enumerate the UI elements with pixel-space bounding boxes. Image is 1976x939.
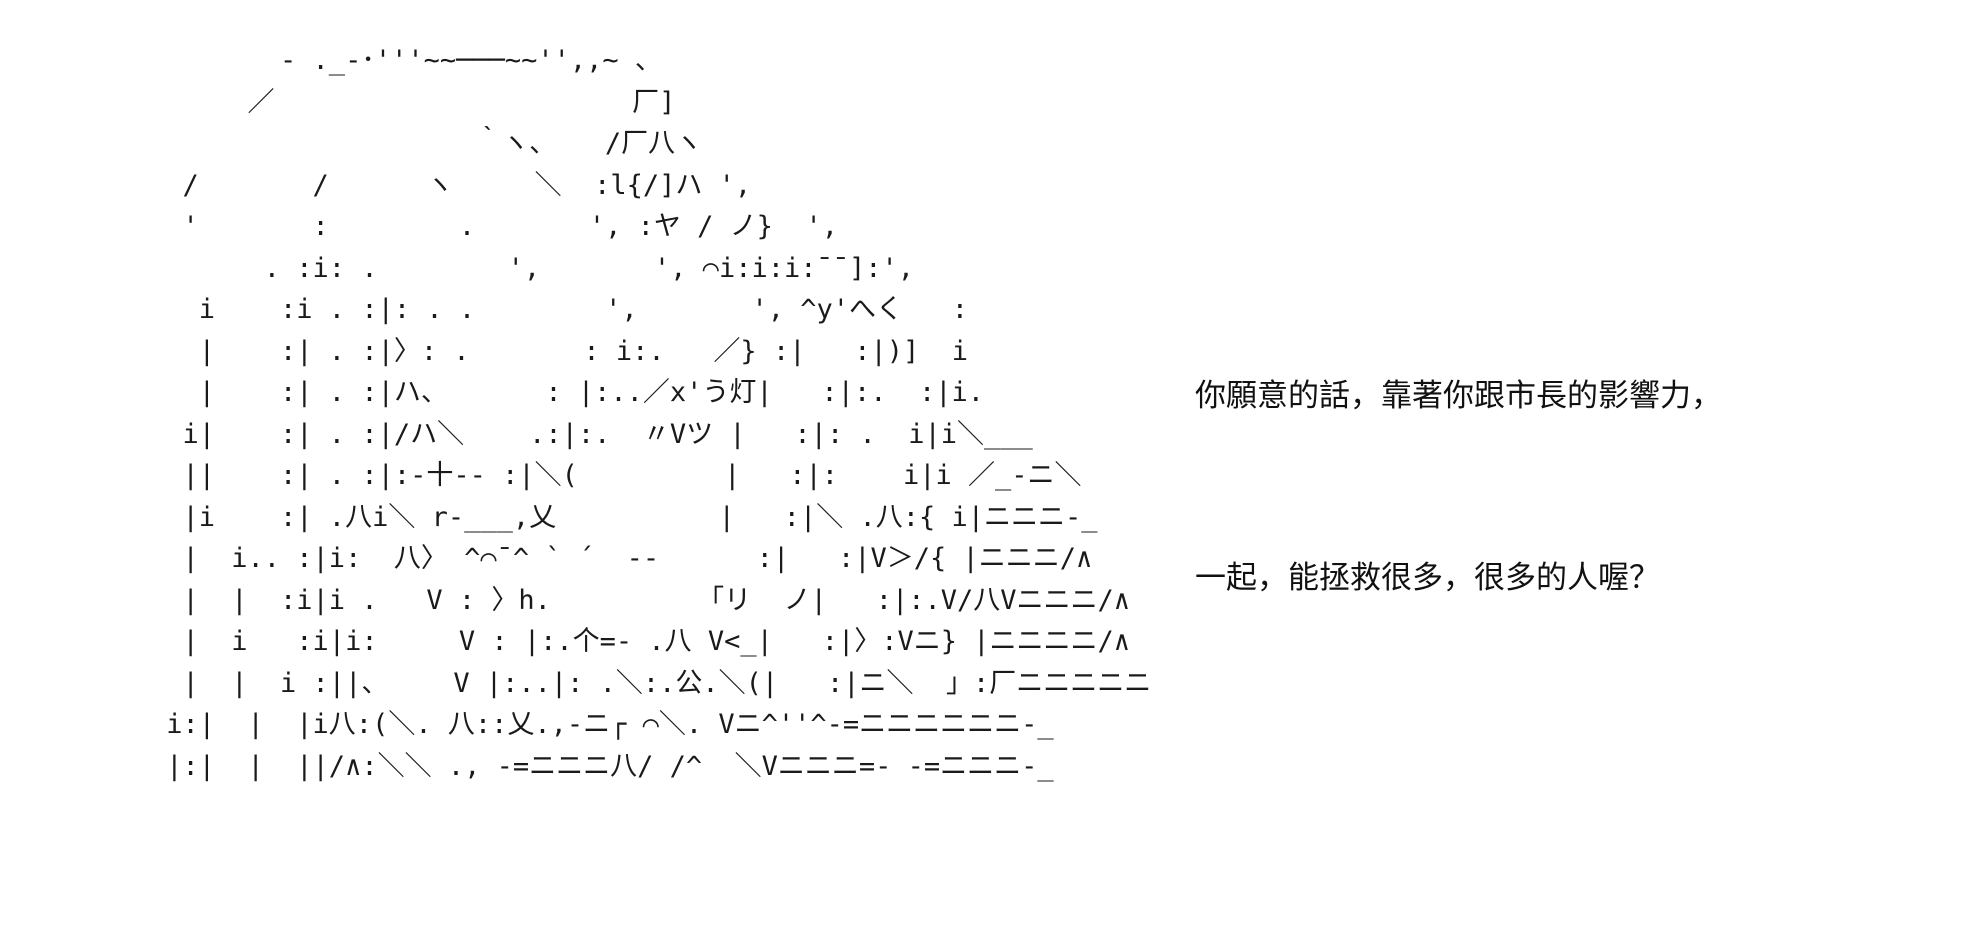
- ascii-art-line: |i :| .八i＼ r-___,乂 | :|＼ .八:{ i|ニニニ-_: [150, 501, 1098, 533]
- ascii-art-line: ｀ヽ、 /厂八ヽ: [150, 128, 703, 159]
- ascii-art-line: ' : . ', :ヤ / ノ} ',: [150, 211, 838, 242]
- ascii-art-line: i :i . :|: . . ', ', ^y'へく :: [150, 294, 969, 325]
- ascii-art-line: i:| | |i八:(＼. 八::乂.,-ニ┌ ⌒＼. Vニ^''^-=ニニニニ…: [150, 709, 1054, 740]
- ascii-art-line: |:| | ||/∧:＼＼ ., -=ニニニ八/ /^ ＼Vニニニ=- -=ニニ…: [150, 750, 1054, 782]
- ascii-art-line: ‐ ._-･'''~~───~~'',,~ 、: [150, 45, 662, 76]
- ascii-art-text: ‐ ._-･'''~~───~~'',,~ 、 ／ 厂] ｀ヽ、 /厂八ヽ / …: [150, 40, 1150, 787]
- ascii-art-line: || :| . :|:-十-- :|＼( | :|: i|i ／_-ニ＼: [150, 460, 1082, 491]
- ascii-art-line: | :| . :|ハ、 : |:..／x'う灯| :|:. :|i.: [150, 377, 984, 408]
- ascii-art-figure: ‐ ._-･'''~~───~~'',,~ 、 ／ 厂] ｀ヽ、 /厂八ヽ / …: [150, 40, 1150, 900]
- dialogue-line-1: 你願意的話，靠著你跟市長的影響力，: [1195, 378, 1722, 414]
- ascii-art-line: | | i :||、 V |:..|: .＼:.公.＼(| :|ニ＼ 」:厂ニニ…: [150, 667, 1151, 699]
- ascii-art-line: | :| . :|〉: . : i:. ／} :| :|)] i: [150, 335, 969, 367]
- dialogue-line-2: 一起，能拯救很多，很多的人喔？: [1195, 560, 1660, 596]
- ascii-art-line: ／ 厂]: [150, 86, 676, 118]
- ascii-art-line: / / ヽ ＼ :l{/]ハ ',: [150, 169, 752, 201]
- ascii-art-line: . :i: . ', ', ⌒i:i:i:¯¯]:',: [150, 252, 915, 284]
- ascii-art-line: | i :i|i: V : |:.个=- .八 V<_| :|〉:Vニ} |ニニ…: [150, 626, 1131, 657]
- ascii-art-line: | i.. :|i: 八〉 ^⌒¯^ ` ´ -- :| :|V＞/{ |ニニニ…: [150, 543, 1093, 574]
- ascii-art-line: | | :i|i . V : 〉h. 「リ ノ| :|:.V/八Vニニニ/∧: [150, 584, 1131, 616]
- ascii-art-line: i| :| . :|/ハ＼ .:|:. 〃Vツ | :|: . i|i＼___: [150, 418, 1033, 450]
